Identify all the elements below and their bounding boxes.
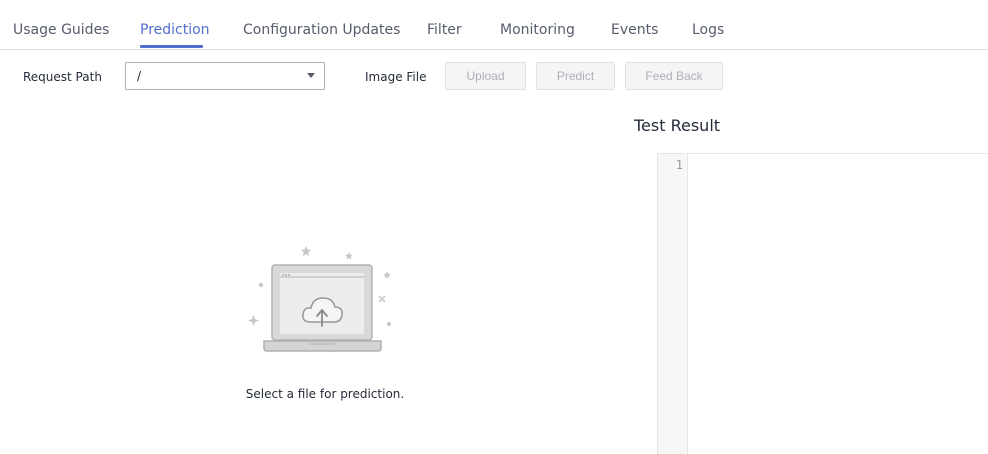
- tab-filter[interactable]: Filter: [427, 20, 462, 40]
- feedback-button[interactable]: Feed Back: [625, 62, 723, 90]
- tab-bar: Usage Guides Prediction Configuration Up…: [0, 0, 988, 50]
- result-editor[interactable]: 1: [657, 153, 988, 454]
- image-file-label: Image File: [365, 70, 427, 84]
- test-result-title: Test Result: [634, 116, 721, 135]
- tab-logs[interactable]: Logs: [692, 20, 724, 40]
- laptop-cloud-upload-icon: [240, 240, 400, 364]
- predict-button[interactable]: Predict: [536, 62, 615, 90]
- upload-button[interactable]: Upload: [445, 62, 526, 90]
- line-number: 1: [675, 158, 683, 172]
- tab-usage-guides[interactable]: Usage Guides: [13, 20, 109, 40]
- request-path-select[interactable]: /: [125, 62, 325, 90]
- request-path-label: Request Path: [23, 70, 102, 84]
- active-tab-indicator: [140, 45, 203, 48]
- editor-gutter: 1: [658, 154, 688, 454]
- empty-state-caption: Select a file for prediction.: [245, 387, 405, 401]
- request-path-value: /: [137, 69, 142, 83]
- chevron-down-icon: [307, 73, 315, 78]
- tab-configuration-updates[interactable]: Configuration Updates: [243, 20, 400, 40]
- tab-prediction[interactable]: Prediction: [140, 20, 210, 40]
- tab-events[interactable]: Events: [611, 20, 658, 40]
- tab-monitoring[interactable]: Monitoring: [500, 20, 575, 40]
